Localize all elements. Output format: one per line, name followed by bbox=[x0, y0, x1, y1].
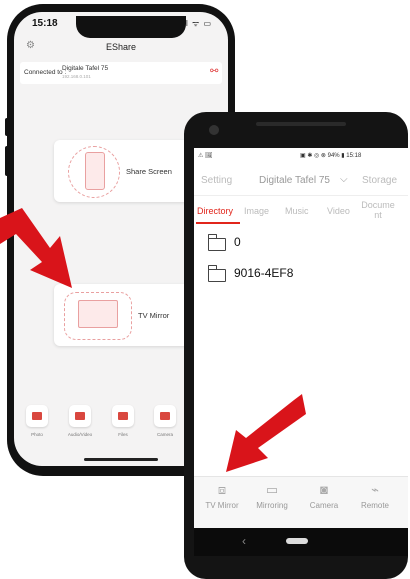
photo-label: Photo bbox=[31, 432, 43, 437]
speaker-grille bbox=[256, 122, 346, 126]
app-title: EShare bbox=[105, 42, 137, 52]
files-label: Files bbox=[118, 432, 128, 437]
phone-illustration-icon bbox=[85, 152, 105, 190]
iphone-volume-button bbox=[5, 146, 9, 176]
disconnect-icon[interactable]: ⚯ bbox=[210, 66, 218, 77]
tv-illustration-icon bbox=[78, 300, 118, 328]
folder-icon bbox=[207, 234, 226, 251]
file-row[interactable]: 0 bbox=[206, 232, 396, 254]
home-button[interactable] bbox=[286, 538, 308, 544]
red-arrow-left bbox=[0, 208, 72, 288]
connected-label: Connected to : bbox=[24, 69, 67, 76]
file-name: 0 bbox=[234, 235, 241, 249]
remote-icon[interactable]: ⌁ bbox=[355, 482, 395, 498]
tab-image[interactable]: Image bbox=[244, 206, 269, 216]
camera-nav-label[interactable]: Camera bbox=[297, 501, 351, 510]
camera-icon[interactable]: ◙ bbox=[304, 482, 344, 497]
folder-icon bbox=[118, 412, 128, 420]
tab-document[interactable]: Document bbox=[361, 200, 395, 220]
iphone-side-button bbox=[5, 118, 9, 136]
mirroring-icon[interactable]: ▭ bbox=[252, 482, 292, 498]
folder-icon bbox=[207, 265, 226, 282]
iphone-notch bbox=[76, 16, 186, 38]
front-camera bbox=[209, 125, 219, 135]
share-screen-label: Share Screen bbox=[126, 167, 172, 176]
camera-label: Camera bbox=[156, 432, 173, 437]
android-status-right: ▣ ✱ ◎ ⊗ 94% ▮ 15:18 bbox=[300, 153, 362, 159]
photo-icon bbox=[32, 412, 42, 420]
files-tile[interactable] bbox=[112, 405, 134, 427]
active-tab-underline bbox=[196, 222, 240, 224]
home-indicator[interactable] bbox=[84, 458, 158, 461]
audio-video-tile[interactable] bbox=[69, 405, 91, 427]
nav-divider bbox=[194, 195, 408, 196]
file-name: 9016-4EF8 bbox=[234, 266, 294, 280]
audio-video-label: Audio/Video bbox=[67, 432, 93, 437]
red-arrow-right bbox=[226, 394, 306, 472]
status-time: 15:18 bbox=[32, 18, 58, 29]
file-row[interactable]: 9016-4EF8 bbox=[206, 263, 396, 285]
video-icon bbox=[75, 412, 85, 420]
tab-directory[interactable]: Directory bbox=[197, 206, 233, 216]
remote-nav-label[interactable]: Remote bbox=[348, 501, 402, 510]
tab-music[interactable]: Music bbox=[285, 206, 309, 216]
mirroring-nav-label[interactable]: Mirroring bbox=[245, 501, 299, 510]
tv-mirror-label: TV Mirror bbox=[138, 311, 170, 320]
camera-tile[interactable] bbox=[154, 405, 176, 427]
camera-icon bbox=[160, 412, 170, 420]
chevron-down-icon[interactable]: ⌵ bbox=[340, 174, 348, 185]
connected-device-address: 192.168.0.101 bbox=[62, 74, 91, 79]
photo-tile[interactable] bbox=[26, 405, 48, 427]
connected-device-name: Digitale Tafel 75 bbox=[62, 65, 109, 72]
device-selector[interactable]: Digitale Tafel 75 bbox=[259, 175, 330, 186]
tv-icon[interactable]: ⧈ bbox=[202, 482, 242, 498]
android-status-left: ⚠ 🖼 bbox=[198, 153, 213, 159]
back-icon[interactable]: ‹ bbox=[242, 534, 246, 548]
storage-nav[interactable]: Storage bbox=[362, 175, 397, 186]
tv-mirror-nav-label[interactable]: TV Mirror bbox=[195, 501, 249, 510]
setting-nav[interactable]: Setting bbox=[201, 175, 232, 186]
tab-video[interactable]: Video bbox=[327, 206, 350, 216]
